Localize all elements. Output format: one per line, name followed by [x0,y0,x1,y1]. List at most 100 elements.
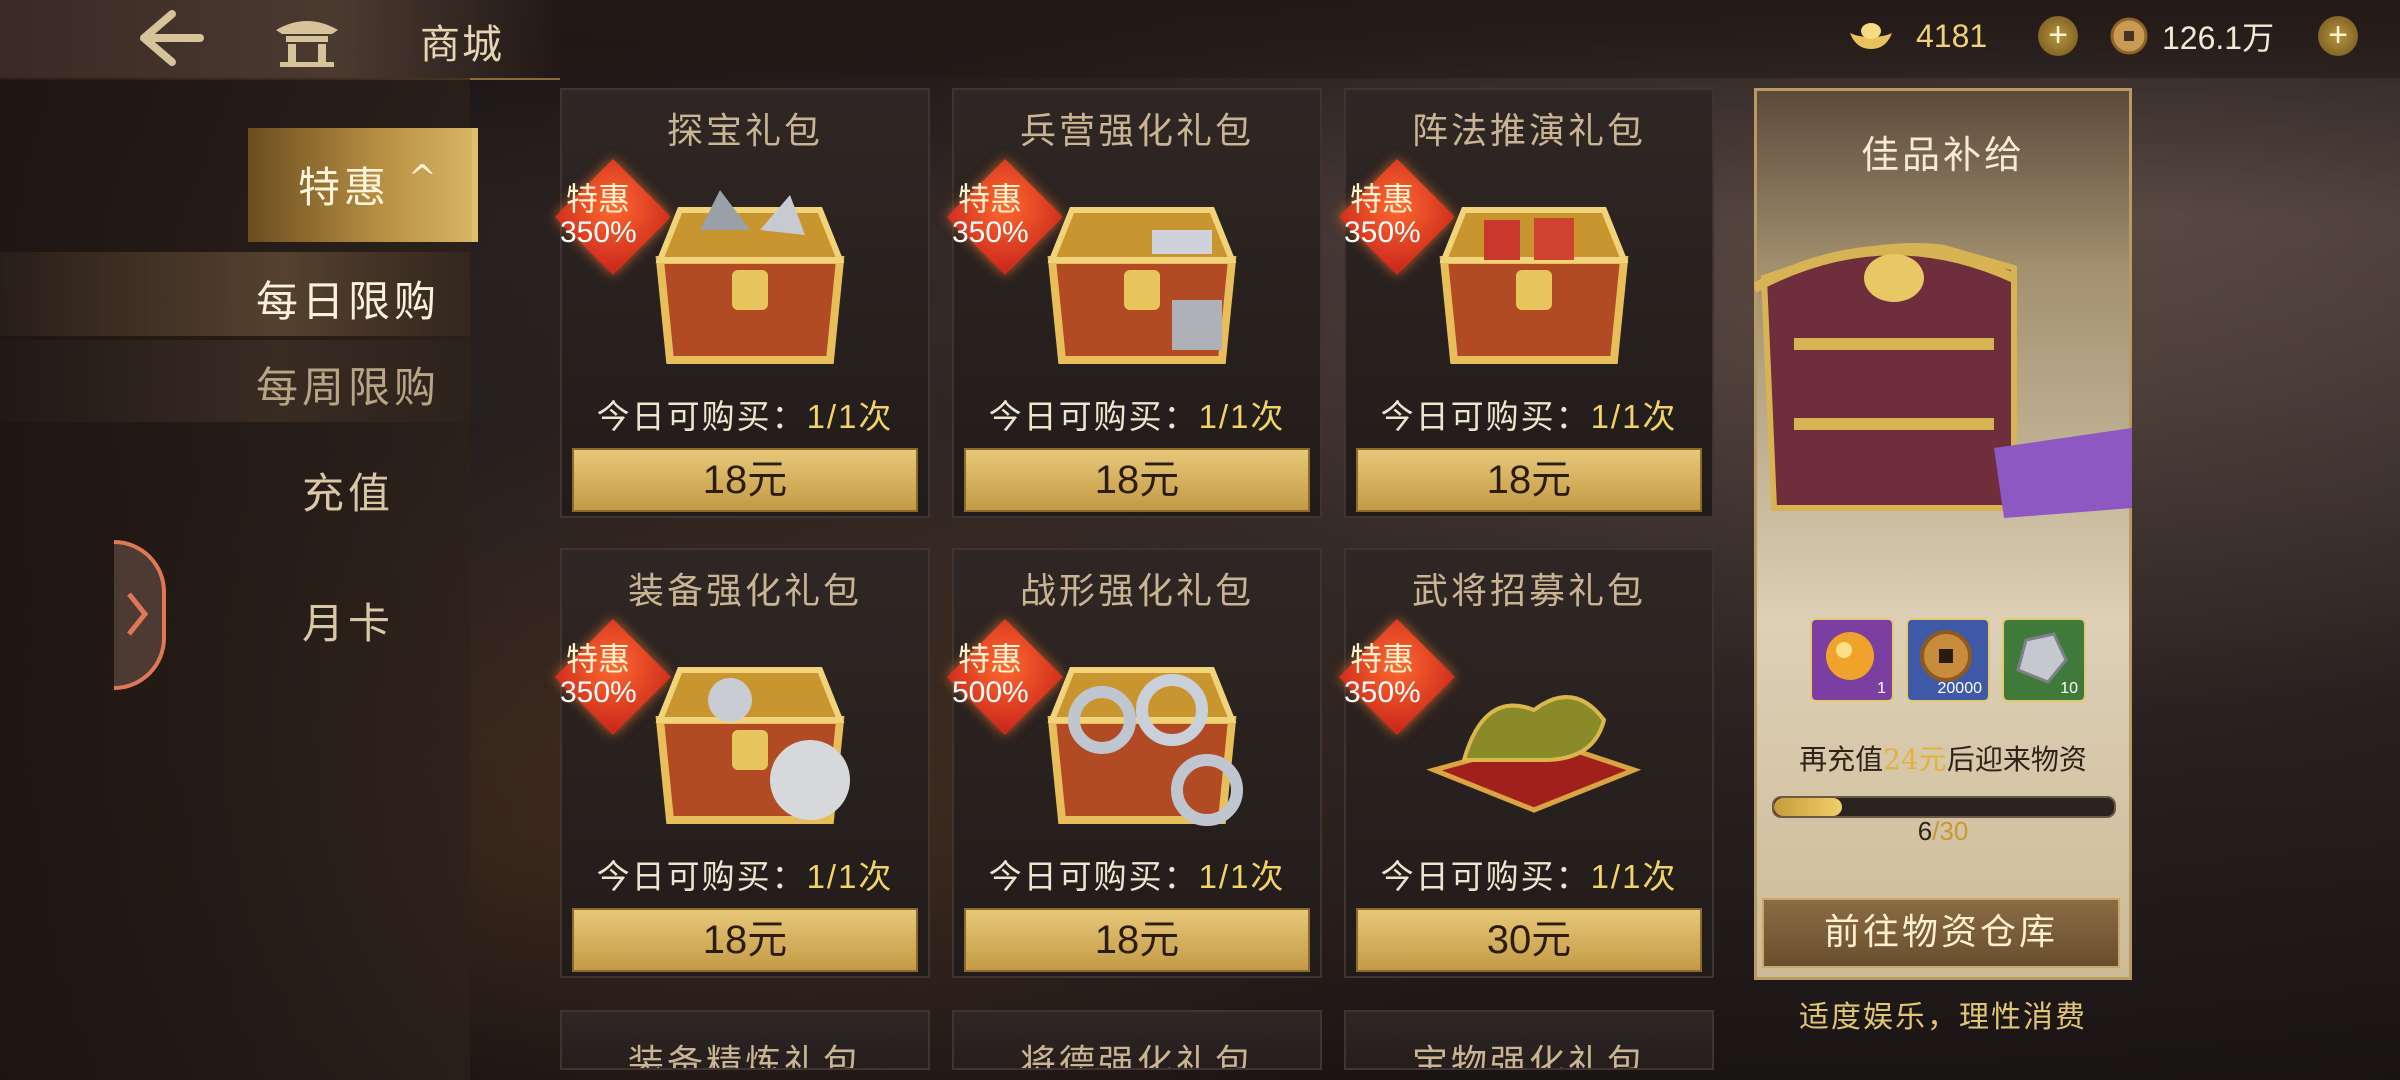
badge-percent: 350% [1344,216,1421,249]
reward-qty: 1 [1877,680,1886,697]
limit-label: 今日可购买： [1380,397,1591,436]
treasure-chest-icon [1047,207,1237,364]
page-title: 商城 [420,22,504,68]
badge-percent: 350% [952,216,1029,249]
copper-coin-icon [2110,17,2148,55]
gold-ingot-icon [1850,23,1892,49]
limit-label: 今日可购买： [988,397,1199,436]
home-button[interactable] [272,10,342,68]
jade-beast-statue-icon [1426,695,1642,813]
gift-title: 将德强化礼包 [1019,1043,1254,1070]
badge-label: 特惠 [1350,640,1415,678]
reward-qty: 20000 [1937,680,1983,697]
msg-amount: 24元 [1883,743,1947,776]
purchase-limit: 今日可购买：1/1次 [1346,850,1712,898]
purchase-limit: 今日可购买：1/1次 [562,850,928,898]
menu-sub-item-weekly[interactable]: 每周限购 [256,354,440,415]
menu-item-special-offer[interactable]: 特惠 ^ [248,128,478,242]
progress-current: 6 [1917,816,1933,846]
badge-label: 特惠 [566,180,631,218]
gift-title: 武将招募礼包 [1411,571,1646,612]
menu-label-special-offer: 特惠 [298,163,391,212]
limit-count: 1/1次 [1590,858,1678,895]
limit-count: 1/1次 [1198,398,1286,435]
copper-currency: 126.1万 + [2110,14,2358,58]
gift-card[interactable]: 兵营强化礼包 特惠 350% 今日可购买：1/1次 18元 [947,88,1322,518]
msg-suffix: 后迎来物资 [1946,743,2087,776]
gold-amount: 4181 [1916,17,1988,54]
gift-card-partial[interactable]: 将德强化礼包 [952,1010,1322,1070]
limit-count: 1/1次 [1590,398,1678,435]
gift-title: 阵法推演礼包 [1411,111,1646,152]
gold-currency: 4181 + [1848,14,2078,58]
arrow-left-icon [140,10,204,66]
gift-title: 兵营强化礼包 [1019,111,1254,152]
gift-card[interactable]: 阵法推演礼包 特惠 350% 今日可购买：1/1次 18元 [1339,88,1714,518]
gift-card[interactable]: 武将招募礼包 特惠 350% 今日可购买：1/1次 30元 [1339,548,1714,978]
limit-count: 1/1次 [806,858,894,895]
menu-item-recharge[interactable]: 充值 [302,460,394,521]
pavilion-home-icon [276,21,338,67]
add-gold-button[interactable]: + [2038,16,2078,56]
reward-item[interactable]: 10 [2002,618,2086,702]
gift-title: 宝物强化礼包 [1411,1043,1646,1070]
progress-total: /30 [1932,816,1969,846]
badge-label: 特惠 [566,640,631,678]
reward-items: 1 20000 10 [1810,618,2086,702]
reward-item[interactable]: 20000 [1906,618,1990,702]
badge-label: 特惠 [1350,180,1415,218]
buy-button[interactable]: 18元 [1356,448,1702,512]
treasure-cabinet-icon [1754,243,2132,518]
caret-up-icon: ^ [408,158,441,198]
add-copper-button[interactable]: + [2318,16,2358,56]
menu-item-monthly-card[interactable]: 月卡 [302,590,394,651]
supply-title: 佳品补给 [1860,133,2025,177]
gift-card[interactable]: 装备强化礼包 特惠 350% 今日可购买：1/1次 18元 [555,548,930,978]
treasure-chest-icon [655,667,850,824]
purchase-limit: 今日可购买：1/1次 [954,850,1320,898]
buy-button[interactable]: 18元 [572,448,918,512]
recharge-message: 再充值24元后迎来物资 [1754,738,2132,778]
buy-button[interactable]: 18元 [964,448,1310,512]
purchase-limit: 今日可购买：1/1次 [562,390,928,438]
limit-count: 1/1次 [806,398,894,435]
supply-panel: 佳品补给 1 20000 10 再充值24元后迎来物资 6/30 前往物资仓库 [1754,88,2132,980]
buy-button[interactable]: 30元 [1356,908,1702,972]
progress-text: 6/30 [1754,816,2132,847]
back-button[interactable] [136,8,206,68]
badge-percent: 500% [952,676,1029,709]
gift-card[interactable]: 战形强化礼包 特惠 500% 今日可购买：1/1次 18元 [947,548,1322,978]
gift-title: 探宝礼包 [666,111,823,152]
msg-prefix: 再充值 [1799,743,1884,776]
gift-card-partial[interactable]: 宝物强化礼包 [1344,1010,1714,1070]
menu-sub-item-daily[interactable]: 每日限购 [256,268,440,329]
treasure-chest-icon [655,190,845,364]
footer-note: 适度娱乐，理性消费 [1799,1000,2087,1035]
gift-card[interactable]: 探宝礼包 特惠 350% 今日可购买：1/1次 18元 [555,88,930,518]
top-bar: 商城 4181 + 126.1万 + [0,0,2400,80]
chevron-right-icon [127,592,149,636]
purchase-limit: 今日可购买：1/1次 [954,390,1320,438]
limit-label: 今日可购买： [596,857,807,896]
gift-card-partial[interactable]: 装备精炼礼包 [560,1010,930,1070]
badge-percent: 350% [560,676,637,709]
badge-label: 特惠 [958,180,1023,218]
gift-title: 装备精炼礼包 [627,1043,862,1070]
badge-label: 特惠 [958,640,1023,678]
copper-amount: 126.1万 [2162,20,2275,56]
supply-progress-bar [1772,796,2116,818]
limit-label: 今日可购买： [1380,857,1591,896]
reward-qty: 10 [2060,680,2078,697]
buy-button[interactable]: 18元 [964,908,1310,972]
treasure-chest-icon [1047,667,1243,826]
supply-progress-fill [1774,798,1842,816]
badge-percent: 350% [560,216,637,249]
reward-item[interactable]: 1 [1810,618,1894,702]
limit-label: 今日可购买： [596,397,807,436]
treasure-chest-icon [1439,207,1629,364]
limit-label: 今日可购买： [988,857,1199,896]
buy-button[interactable]: 18元 [572,908,918,972]
gift-title: 战形强化礼包 [1019,571,1254,612]
limit-count: 1/1次 [1198,858,1286,895]
go-to-warehouse-button[interactable]: 前往物资仓库 [1762,898,2120,968]
